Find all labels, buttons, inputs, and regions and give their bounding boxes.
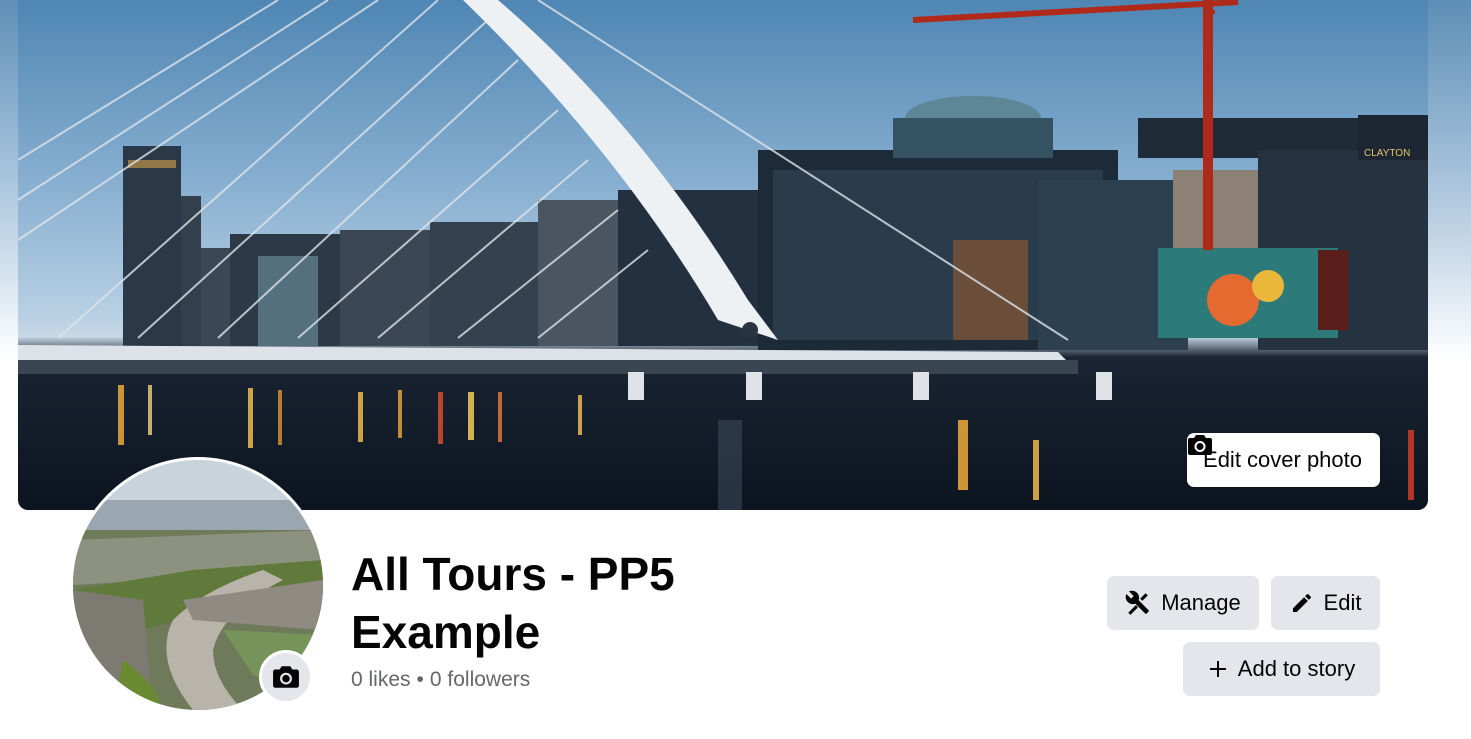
likes-count[interactable]: 0 likes	[351, 668, 411, 692]
page-header: CLAYTON Edit cover photo All Tours - PP5…	[0, 0, 1471, 739]
followers-count[interactable]: 0 followers	[430, 668, 530, 692]
pencil-icon	[1292, 593, 1311, 612]
edit-cover-photo-button[interactable]: Edit cover photo	[1187, 433, 1380, 487]
manage-button[interactable]: Manage	[1107, 576, 1259, 630]
page-stats: 0 likes • 0 followers	[351, 668, 530, 692]
svg-text:CLAYTON: CLAYTON	[1364, 148, 1410, 159]
edit-label: Edit	[1323, 590, 1362, 615]
stats-separator: •	[416, 668, 424, 691]
background-strip-right	[1428, 0, 1471, 360]
add-to-story-button[interactable]: Add to story	[1183, 642, 1380, 696]
tools-icon	[1125, 590, 1150, 615]
edit-button[interactable]: Edit	[1271, 576, 1380, 630]
camera-icon	[273, 666, 299, 688]
manage-label: Manage	[1161, 590, 1241, 615]
camera-icon	[1188, 435, 1213, 455]
edit-cover-photo-label: Edit cover photo	[1203, 447, 1362, 472]
update-profile-picture-button[interactable]	[259, 650, 313, 704]
page-title: All Tours - PP5 Example	[351, 548, 675, 658]
background-strip-left	[0, 0, 18, 360]
plus-icon	[1209, 661, 1226, 677]
cover-photo[interactable]: CLAYTON Edit cover photo	[18, 0, 1428, 510]
add-to-story-label: Add to story	[1237, 656, 1356, 681]
